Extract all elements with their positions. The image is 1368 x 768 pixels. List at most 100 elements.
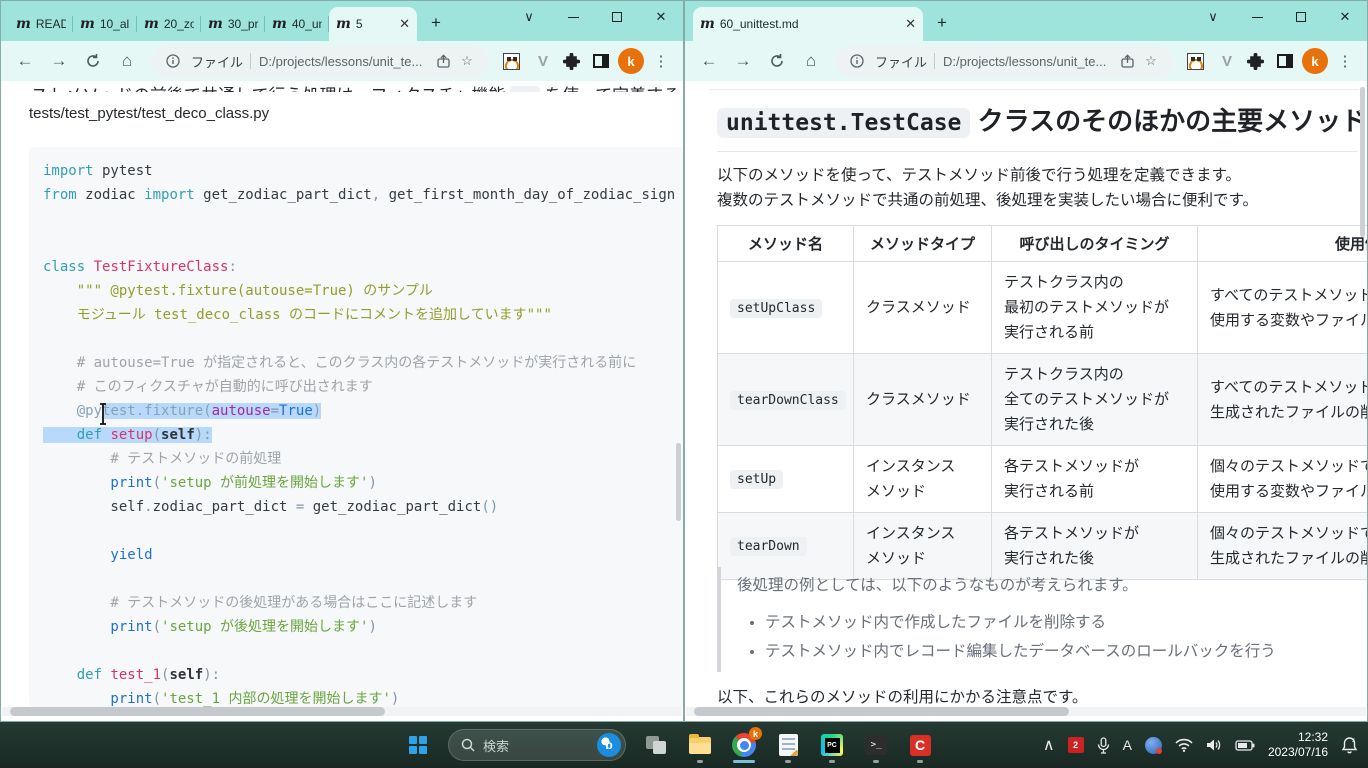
microphone-icon[interactable] xyxy=(1097,737,1110,754)
close-button[interactable]: ✕ xyxy=(1323,1,1367,33)
window-controls: ∨ ✕ xyxy=(1191,1,1367,33)
home-icon[interactable]: ⌂ xyxy=(111,45,143,77)
code-line: @pytest.fixture(autouse=True) xyxy=(43,399,683,423)
tray-chevron-icon[interactable]: ∧ xyxy=(1043,735,1055,755)
code-line: # テストメソッドの後処理がある場合はここに記述します xyxy=(43,591,683,615)
task-view-button[interactable] xyxy=(636,725,676,765)
markdown-icon: m xyxy=(272,16,287,32)
browser-menu-icon[interactable]: ⋮ xyxy=(1331,47,1359,75)
inline-code: unittest.TestCase xyxy=(717,108,970,138)
title-bar[interactable]: mREADMEm10_alm20_zom30_prm40_unm5✕ + ∨ ✕ xyxy=(1,1,683,41)
horizontal-scrollbar[interactable] xyxy=(2,707,682,716)
volume-icon[interactable] xyxy=(1206,738,1222,752)
profile-avatar[interactable]: k xyxy=(617,47,645,75)
vue-devtools-icon[interactable]: V xyxy=(527,47,555,75)
tab-strip: mREADMEm10_alm20_zom30_prm40_unm5✕ xyxy=(1,1,417,41)
wifi-icon[interactable] xyxy=(1175,738,1193,752)
tab-search-chevron-icon[interactable]: ∨ xyxy=(507,1,551,33)
browser-menu-icon[interactable]: ⋮ xyxy=(647,47,675,75)
bing-icon[interactable]: b xyxy=(597,733,621,757)
new-tab-button[interactable]: + xyxy=(929,10,955,36)
side-panel-icon[interactable] xyxy=(1271,47,1299,75)
battery-icon[interactable] xyxy=(1235,740,1255,751)
extensions-puzzle-icon[interactable] xyxy=(1241,47,1269,75)
table-cell: インスタンスメソッド xyxy=(854,446,992,513)
back-icon[interactable]: ← xyxy=(9,45,41,77)
browser-tab[interactable]: m5 ✕ xyxy=(329,7,417,41)
url-text[interactable]: D:/projects/lessons/unit_te... xyxy=(943,54,1115,69)
taskbar-clock[interactable]: 12:32 2023/07/16 xyxy=(1268,730,1328,760)
divider xyxy=(250,53,251,69)
forward-icon[interactable]: → xyxy=(43,45,75,77)
address-bar[interactable]: ファイル D:/projects/lessons/unit_te... ☆ xyxy=(835,46,1173,76)
file-explorer-icon[interactable] xyxy=(680,725,720,765)
minimize-button[interactable] xyxy=(551,1,595,33)
tray-blue-app-icon[interactable] xyxy=(1145,737,1162,754)
close-button[interactable]: ✕ xyxy=(639,1,683,33)
pycharm-icon[interactable]: PC xyxy=(812,725,852,765)
method-name-code: setUpClass xyxy=(730,299,822,318)
vertical-scrollbar[interactable] xyxy=(1360,87,1365,237)
markdown-icon: m xyxy=(336,16,351,32)
home-icon[interactable]: ⌂ xyxy=(795,45,827,77)
notification-bell-icon[interactable]: z xyxy=(1341,736,1358,754)
browser-tab[interactable]: m30_pr xyxy=(201,7,265,41)
bookmark-star-icon[interactable]: ☆ xyxy=(455,53,479,69)
url-text[interactable]: D:/projects/lessons/unit_te... xyxy=(259,54,431,69)
tab-label: 60_unittest.md xyxy=(720,17,899,31)
tab-label: 5 xyxy=(356,17,393,31)
vue-devtools-icon[interactable]: V xyxy=(1211,47,1239,75)
share-icon[interactable] xyxy=(431,54,455,69)
maximize-button[interactable] xyxy=(1279,1,1323,33)
address-bar[interactable]: ファイル D:/projects/lessons/unit_te... ☆ xyxy=(151,46,489,76)
minimize-button[interactable] xyxy=(1235,1,1279,33)
notepad-icon[interactable] xyxy=(768,725,808,765)
clibor-icon[interactable]: C xyxy=(900,725,940,765)
reload-icon[interactable] xyxy=(761,45,793,77)
start-button[interactable] xyxy=(398,725,438,765)
browser-tab[interactable]: m 60_unittest.md ✕ xyxy=(693,7,923,41)
vertical-scrollbar[interactable] xyxy=(676,443,681,521)
markdown-icon: m xyxy=(80,16,95,32)
browser-tab[interactable]: mREADME xyxy=(9,7,73,41)
tab-close-icon[interactable]: ✕ xyxy=(905,16,916,32)
reload-icon[interactable] xyxy=(77,45,109,77)
share-icon[interactable] xyxy=(1115,54,1139,69)
side-panel-icon[interactable] xyxy=(587,47,615,75)
code-line: # autouse=True が指定されると、このクラス内の各テストメソッドが実… xyxy=(43,351,683,375)
markdown-icon: m xyxy=(144,16,159,32)
extensions-puzzle-icon[interactable] xyxy=(557,47,585,75)
markdown-viewer-extension-icon[interactable] xyxy=(497,47,525,75)
info-icon[interactable] xyxy=(845,54,869,68)
bookmark-star-icon[interactable]: ☆ xyxy=(1139,53,1163,69)
tab-close-icon[interactable]: ✕ xyxy=(399,16,410,32)
search-input[interactable]: 検索 b xyxy=(448,729,626,761)
method-name-code: tearDown xyxy=(730,537,807,556)
info-icon[interactable] xyxy=(161,54,185,68)
maximize-button[interactable] xyxy=(595,1,639,33)
browser-window-right: m 60_unittest.md ✕ + ∨ ✕ ← → ⌂ ファイル D:/pro… xyxy=(684,0,1368,722)
time: 12:32 xyxy=(1298,730,1328,744)
browser-tab[interactable]: m40_un xyxy=(265,7,329,41)
back-icon[interactable]: ← xyxy=(693,45,725,77)
new-tab-button[interactable]: + xyxy=(423,10,449,36)
table-cell: テストクラス内の全てのテストメソッドが実行された後 xyxy=(992,354,1198,446)
code-line: def setup(self): xyxy=(43,423,683,447)
title-bar[interactable]: m 60_unittest.md ✕ + ∨ ✕ xyxy=(685,1,1367,41)
chrome-icon[interactable]: k xyxy=(724,725,764,765)
table-cell: クラスメソッド xyxy=(854,262,992,354)
ime-indicator[interactable]: A xyxy=(1123,737,1132,753)
forward-icon[interactable]: → xyxy=(727,45,759,77)
code-line: class TestFixtureClass: xyxy=(43,255,683,279)
markdown-viewer-extension-icon[interactable] xyxy=(1181,47,1209,75)
search-placeholder: 検索 xyxy=(483,736,597,755)
browser-tab[interactable]: m20_zo xyxy=(137,7,201,41)
terminal-icon[interactable]: >_ xyxy=(856,725,896,765)
tab-search-chevron-icon[interactable]: ∨ xyxy=(1191,1,1235,33)
profile-avatar[interactable]: k xyxy=(1301,47,1329,75)
horizontal-scrollbar[interactable] xyxy=(686,707,1366,716)
markdown-icon: m xyxy=(700,16,715,32)
tray-app-badge-icon[interactable]: 2 xyxy=(1068,737,1084,753)
table-cell: クラスメソッド xyxy=(854,354,992,446)
browser-tab[interactable]: m10_al xyxy=(73,7,137,41)
